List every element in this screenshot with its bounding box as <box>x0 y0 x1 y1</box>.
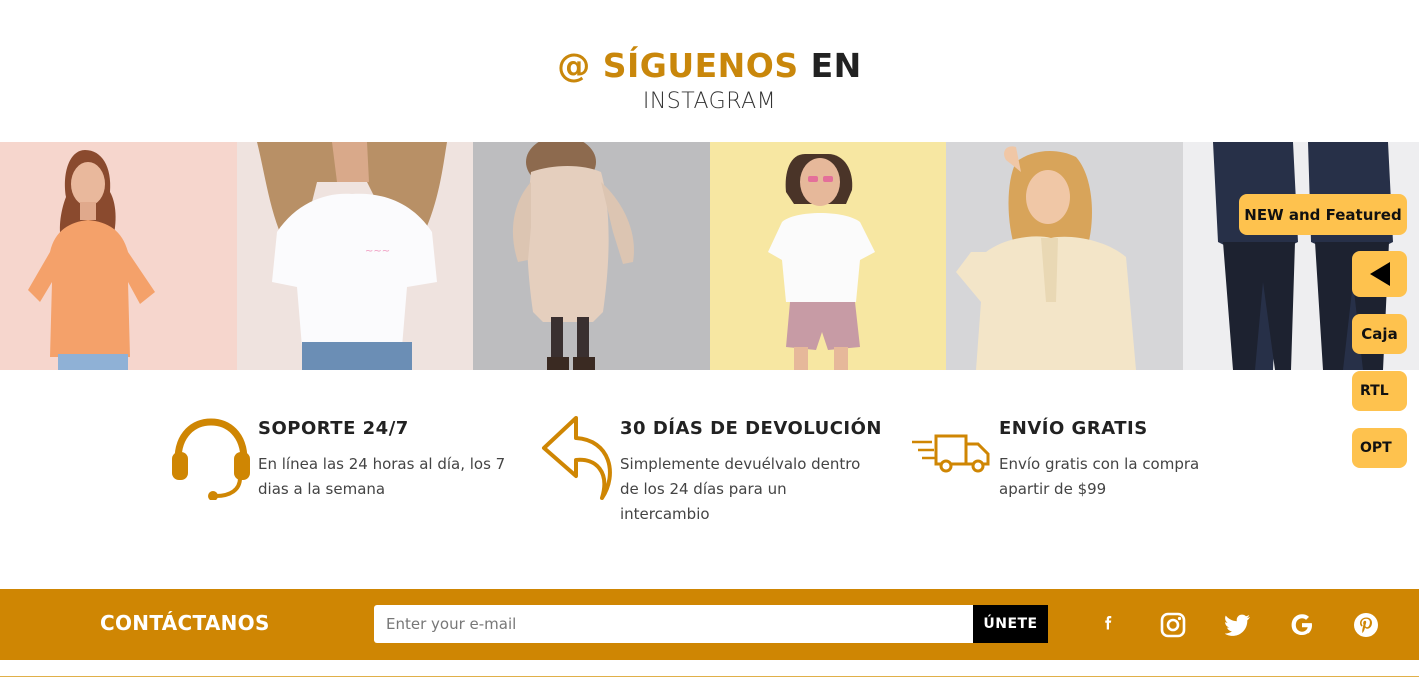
instagram-icon[interactable] <box>1159 611 1187 639</box>
gallery-image-1[interactable] <box>0 142 237 370</box>
headset-icon <box>168 416 254 504</box>
contact-label: CONTÁCTANOS <box>100 611 270 635</box>
feature-description: Simplemente devuélvalo dentro de los 24 … <box>620 455 861 523</box>
google-icon[interactable] <box>1288 611 1316 639</box>
rtl-button[interactable]: RTL <box>1352 371 1407 411</box>
email-input[interactable] <box>374 605 974 643</box>
gallery-image-4[interactable] <box>709 142 946 370</box>
new-featured-button[interactable]: NEW and Featured <box>1239 194 1407 235</box>
feature-description: En línea las 24 horas al día, los 7 dias… <box>258 455 506 498</box>
section-title: @ SÍGUENOS EN <box>0 44 1419 88</box>
feature-title: ENVÍO GRATIS <box>999 418 1148 439</box>
newsletter-bar: CONTÁCTANOS ÚNETE <box>0 589 1419 660</box>
pinterest-icon[interactable] <box>1352 611 1380 639</box>
triangle-left-icon <box>1369 262 1390 286</box>
opt-button[interactable]: OPT <box>1352 428 1407 468</box>
collapse-panel-button[interactable] <box>1352 251 1407 297</box>
caja-button[interactable]: Caja <box>1352 314 1407 354</box>
twitter-icon[interactable] <box>1224 611 1252 639</box>
feature-description: Envío gratis con la compra apartir de $9… <box>999 455 1200 498</box>
return-arrow-icon <box>538 412 614 504</box>
gallery-image-2[interactable]: ~~~ <box>236 142 473 370</box>
features-row: SOPORTE 24/7 En línea las 24 horas al dí… <box>0 408 1419 538</box>
title-rest: EN <box>810 46 862 85</box>
instagram-gallery: ~~~ <box>0 142 1419 370</box>
instagram-section-header: @ SÍGUENOS EN INSTAGRAM <box>0 44 1419 118</box>
title-accent: @ SÍGUENOS <box>557 46 799 85</box>
facebook-icon[interactable] <box>1095 611 1123 639</box>
gallery-image-5[interactable] <box>946 142 1183 370</box>
truck-icon <box>910 428 994 482</box>
feature-title: 30 DÍAS DE DEVOLUCIÓN <box>620 418 882 439</box>
section-subtitle: INSTAGRAM <box>642 89 777 114</box>
feature-title: SOPORTE 24/7 <box>258 418 409 439</box>
gallery-image-3[interactable] <box>473 142 710 370</box>
join-button[interactable]: ÚNETE <box>973 605 1048 643</box>
svg-text:~~~: ~~~ <box>365 246 390 257</box>
